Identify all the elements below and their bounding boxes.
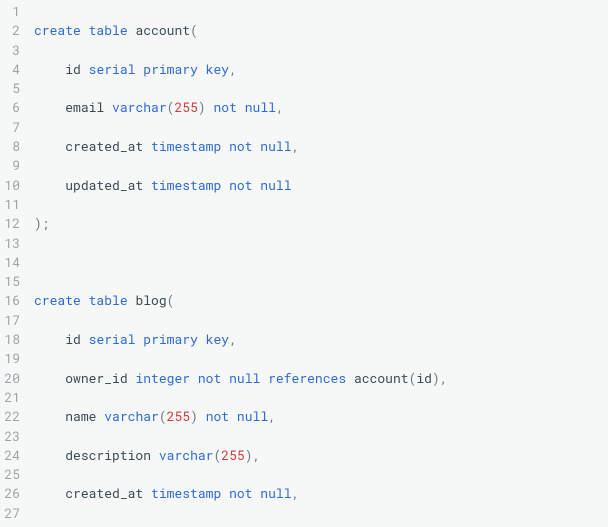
code-line: updated_at timestamp not null — [34, 523, 510, 527]
line-number: 17 — [0, 311, 20, 330]
line-number: 13 — [0, 234, 20, 253]
line-number: 11 — [0, 195, 20, 214]
code-line: description varchar(255), — [34, 446, 510, 465]
line-number: 15 — [0, 272, 20, 291]
line-number: 14 — [0, 253, 20, 272]
line-number: 20 — [0, 369, 20, 388]
line-number: 1 — [0, 2, 20, 21]
line-number: 5 — [0, 79, 20, 98]
line-number: 26 — [0, 484, 20, 503]
line-number: 25 — [0, 465, 20, 484]
code-line: ); — [34, 214, 510, 233]
code-line: email varchar(255) not null, — [34, 98, 510, 117]
line-number: 9 — [0, 156, 20, 175]
code-line — [34, 253, 510, 272]
line-number: 8 — [0, 137, 20, 156]
line-number: 12 — [0, 214, 20, 233]
line-number: 4 — [0, 60, 20, 79]
line-number: 24 — [0, 446, 20, 465]
code-line: id serial primary key, — [34, 60, 510, 79]
code-block: 1 2 3 4 5 6 7 8 9 10 11 12 13 14 15 16 1… — [0, 0, 608, 527]
line-number: 2 — [0, 21, 20, 40]
code-line: created_at timestamp not null, — [34, 137, 510, 156]
line-number: 7 — [0, 118, 20, 137]
code-line: updated_at timestamp not null — [34, 176, 510, 195]
code-content[interactable]: create table account( id serial primary … — [34, 2, 510, 527]
line-number: 3 — [0, 41, 20, 60]
code-line: name varchar(255) not null, — [34, 407, 510, 426]
line-number-gutter: 1 2 3 4 5 6 7 8 9 10 11 12 13 14 15 16 1… — [0, 2, 34, 527]
code-line: id serial primary key, — [34, 330, 510, 349]
line-number: 10 — [0, 176, 20, 195]
code-line: create table account( — [34, 21, 510, 40]
line-number: 18 — [0, 330, 20, 349]
code-line: create table blog( — [34, 291, 510, 310]
line-number: 23 — [0, 427, 20, 446]
line-number: 6 — [0, 98, 20, 117]
line-number: 19 — [0, 349, 20, 368]
line-number: 22 — [0, 407, 20, 426]
line-number: 27 — [0, 504, 20, 523]
line-number: 16 — [0, 291, 20, 310]
code-line: owner_id integer not null references acc… — [34, 369, 510, 388]
code-line: created_at timestamp not null, — [34, 484, 510, 503]
line-number: 21 — [0, 388, 20, 407]
